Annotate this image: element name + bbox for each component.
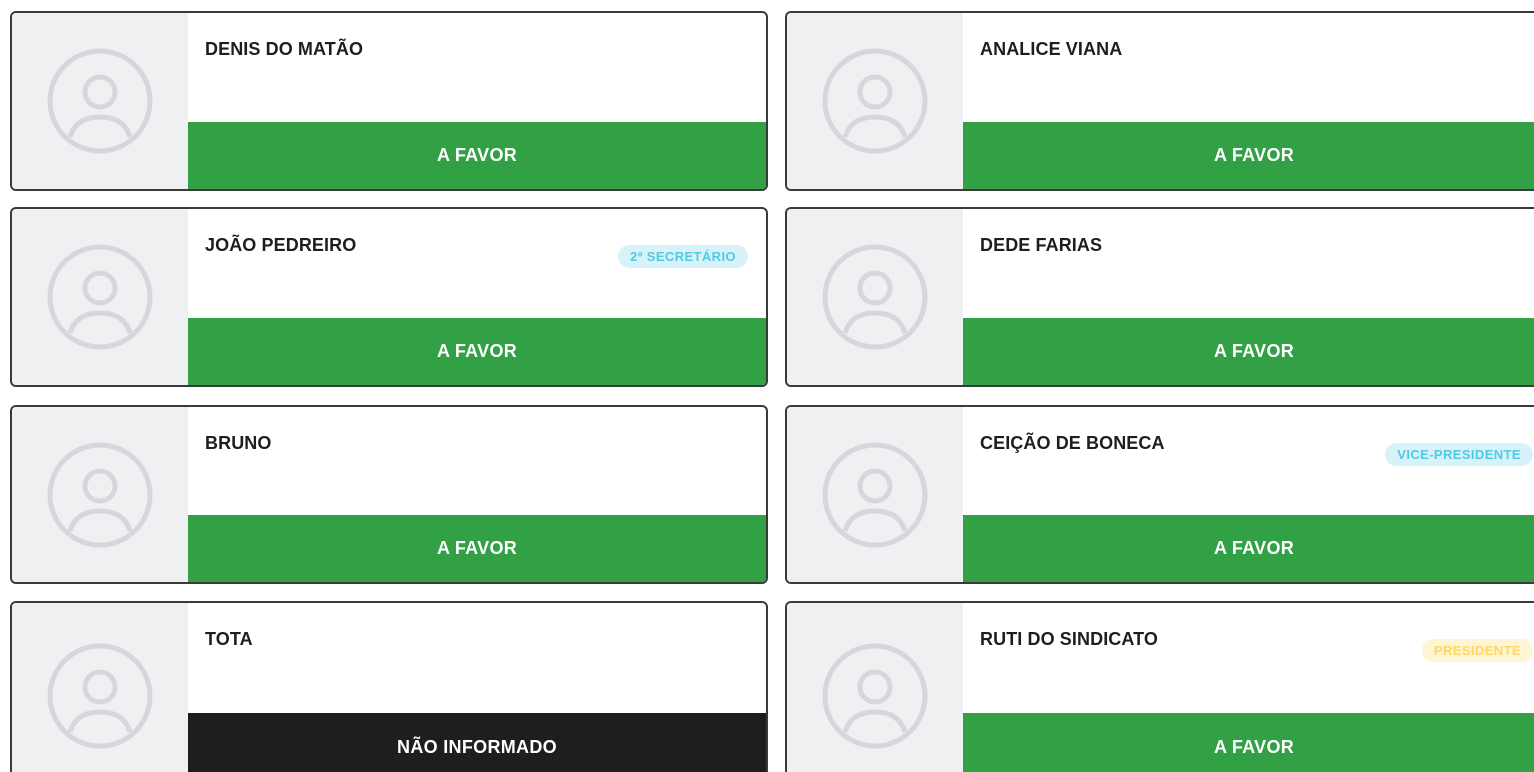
councilor-name: DENIS DO MATÃO [205, 39, 364, 59]
avatar [787, 13, 963, 189]
vote-status: A FAVOR [963, 515, 1534, 582]
councilor-card: BRUNO A FAVOR [10, 405, 768, 584]
vote-status: A FAVOR [188, 318, 766, 385]
councilor-card: TOTA NÃO INFORMADO [10, 601, 768, 772]
councilor-card: RUTI DO SINDICATO PRESIDENTE A FAVOR [785, 601, 1534, 772]
councilor-name: DEDE FARIAS [980, 235, 1103, 255]
councilor-card: CEIÇÃO DE BONECA VICE-PRESIDENTE A FAVOR [785, 405, 1534, 584]
user-circle-icon [47, 48, 153, 154]
user-circle-icon [47, 643, 153, 749]
user-circle-icon [822, 643, 928, 749]
role-badge: VICE-PRESIDENTE [1385, 443, 1533, 466]
avatar [787, 209, 963, 385]
councilor-card: JOÃO PEDREIRO 2º SECRETÁRIO A FAVOR [10, 207, 768, 387]
user-circle-icon [47, 442, 153, 547]
vote-status: A FAVOR [188, 515, 766, 582]
user-circle-icon [822, 244, 928, 350]
role-badge: PRESIDENTE [1421, 639, 1533, 662]
avatar [12, 407, 188, 582]
councilor-name: BRUNO [205, 433, 272, 453]
vote-status: A FAVOR [963, 318, 1534, 385]
user-circle-icon [47, 244, 153, 350]
vote-status: A FAVOR [963, 713, 1534, 772]
voting-grid: DENIS DO MATÃO A FAVOR ANALICE VIANA A F… [0, 0, 1534, 772]
avatar [12, 209, 188, 385]
vote-status: A FAVOR [188, 122, 766, 189]
user-circle-icon [822, 48, 928, 154]
avatar [12, 13, 188, 189]
user-circle-icon [822, 442, 928, 547]
avatar [12, 603, 188, 772]
vote-status: A FAVOR [963, 122, 1534, 189]
role-badge: 2º SECRETÁRIO [617, 245, 748, 268]
vote-status: NÃO INFORMADO [188, 713, 766, 772]
councilor-card: DENIS DO MATÃO A FAVOR [10, 11, 768, 191]
councilor-card: ANALICE VIANA A FAVOR [785, 11, 1534, 191]
councilor-name: CEIÇÃO DE BONECA [980, 433, 1165, 453]
councilor-card: DEDE FARIAS A FAVOR [785, 207, 1534, 387]
councilor-name: TOTA [205, 629, 253, 649]
councilor-name: ANALICE VIANA [980, 39, 1123, 59]
avatar [787, 407, 963, 582]
councilor-name: RUTI DO SINDICATO [980, 629, 1159, 649]
councilor-name: JOÃO PEDREIRO [205, 235, 357, 255]
avatar [787, 603, 963, 772]
